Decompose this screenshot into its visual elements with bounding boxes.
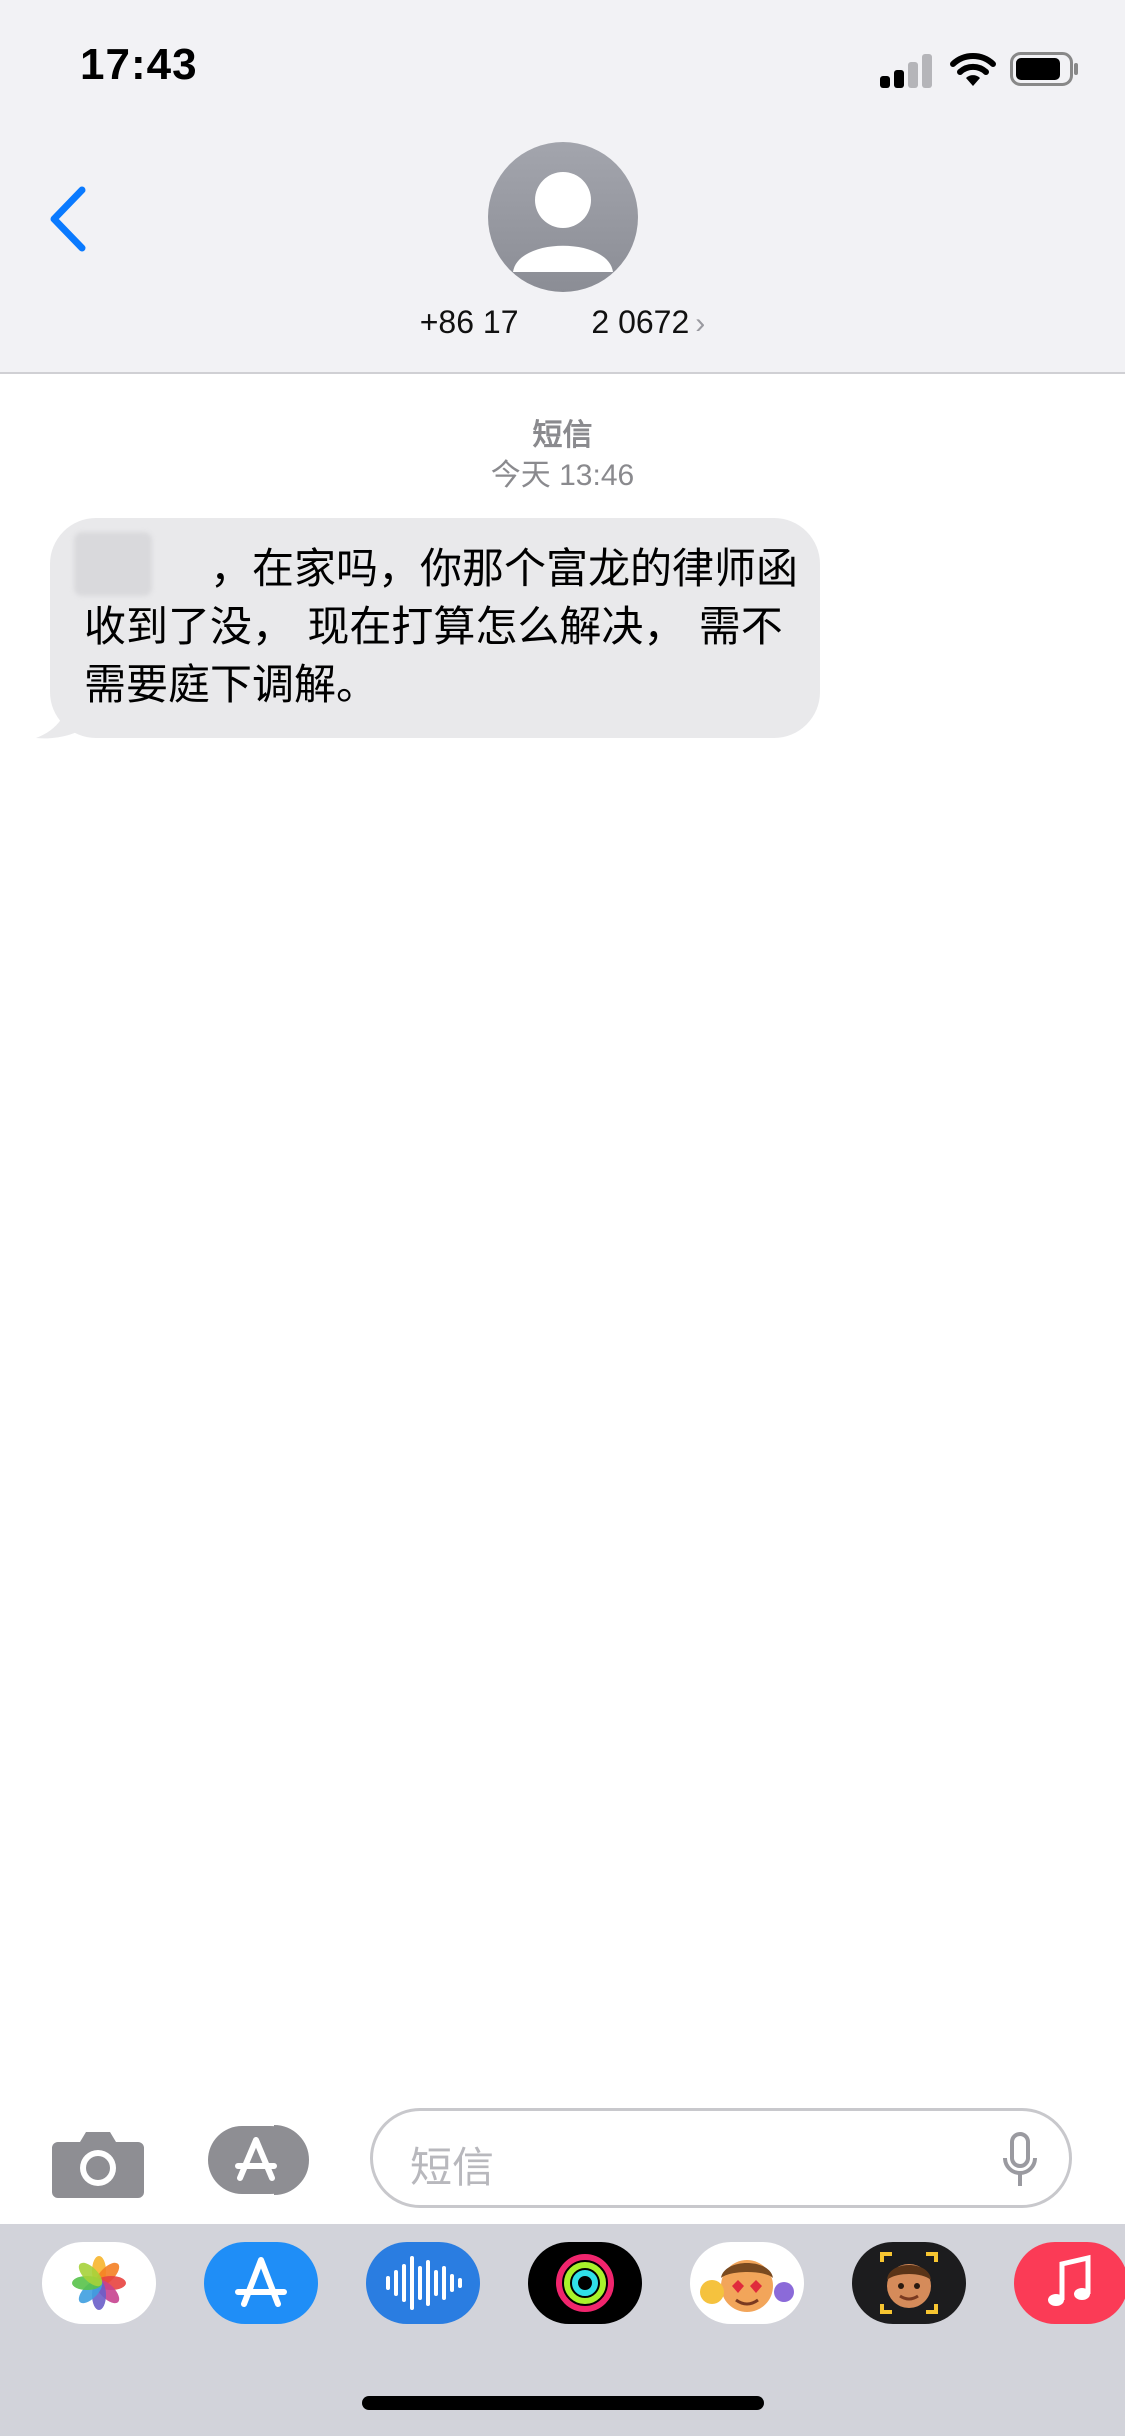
microphone-icon[interactable] (1002, 2132, 1038, 2188)
status-time: 17:43 (80, 40, 198, 89)
contact-number-text: +86 17 2 0672 (419, 304, 690, 340)
message-input-placeholder: 短信 (410, 2143, 495, 2192)
photos-icon[interactable] (42, 2242, 156, 2324)
animoji-icon[interactable] (690, 2242, 804, 2324)
home-indicator[interactable] (362, 2396, 764, 2410)
wifi-icon (950, 53, 996, 86)
memoji-icon[interactable] (852, 2242, 966, 2324)
message-timestamp: 今天 13:46 (490, 459, 635, 492)
redacted-name (74, 532, 152, 596)
message-text: ，在家吗，你那个富龙的律师函收到了没， 现在打算怎么解决， 需不需要庭下调解。 (84, 544, 799, 709)
app-store-icon[interactable] (208, 2122, 318, 2198)
music-icon[interactable] (1014, 2242, 1125, 2324)
cellular-signal-icon (880, 52, 936, 88)
audio-message-icon[interactable] (366, 2242, 480, 2324)
back-chevron-icon[interactable] (46, 184, 90, 254)
contact-number[interactable]: +86 17 2 0672 › (300, 304, 825, 341)
battery-icon (1010, 52, 1078, 86)
camera-icon[interactable] (52, 2124, 144, 2198)
person-icon (513, 172, 613, 272)
contact-avatar[interactable] (488, 142, 638, 292)
message-service-label: 短信 (532, 419, 593, 452)
activity-icon[interactable] (528, 2242, 642, 2324)
chevron-right-icon: › (695, 307, 706, 340)
appstore-icon[interactable] (204, 2242, 318, 2324)
